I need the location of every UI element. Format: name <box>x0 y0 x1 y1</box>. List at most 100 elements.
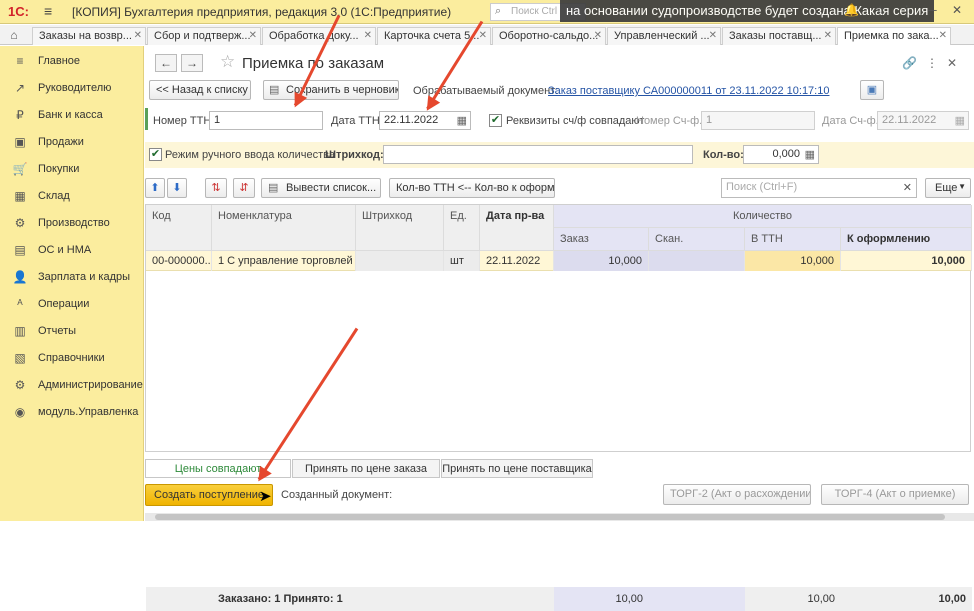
sidebar: ≡ Главное ↗ Руководителю ₽ Банк и касса ▣ Пр… <box>0 46 144 521</box>
col-header-barcode[interactable]: Штрихкод <box>356 205 444 251</box>
close-icon[interactable]: ✕ <box>249 30 257 41</box>
mouse-cursor-icon: ➤ <box>259 488 272 505</box>
invoice-date-field[interactable]: 22.11.2022 ▦ <box>877 111 969 130</box>
invoice-number-field[interactable]: 1 <box>701 111 815 130</box>
sidebar-item-module[interactable]: ◉ модуль.Управленка <box>0 399 144 425</box>
sidebar-item-sales[interactable]: ▣ Продажи <box>0 129 144 155</box>
gear-icon: ⚙ <box>14 216 26 230</box>
col-header-order[interactable]: Заказ <box>554 228 649 251</box>
move-up-button[interactable]: ⬆ <box>145 178 165 198</box>
created-doc-label: Созданный документ: <box>281 489 393 501</box>
sidebar-item-manager[interactable]: ↗ Руководителю <box>0 75 144 101</box>
footer-in-ttn-total: 10,00 <box>745 587 841 611</box>
col-header-unit[interactable]: Ед. <box>444 205 480 251</box>
barcode-field[interactable] <box>383 145 693 164</box>
back-arrow-icon[interactable]: ← <box>155 54 177 72</box>
invoice-number-label: Номер Сч-ф.: <box>636 115 706 127</box>
window-controls[interactable]: 🔔 ☆ ⋮ ─ ✕ <box>844 3 968 17</box>
qty-field[interactable]: 0,000 ▦ <box>743 145 819 164</box>
tab-accept-supplier-price[interactable]: Принять по цене поставщика <box>441 459 593 478</box>
sidebar-item-reports[interactable]: ▥ Отчеты <box>0 318 144 344</box>
sidebar-item-bank[interactable]: ₽ Банк и касса <box>0 102 144 128</box>
footer-scanned-total <box>649 587 745 611</box>
tab-accept-order-price[interactable]: Принять по цене заказа <box>292 459 440 478</box>
invoice-match-label: Реквизиты сч/ф совпадают <box>506 115 645 127</box>
col-header-scanned[interactable]: Скан. <box>649 228 745 251</box>
main-form: ← → ☆ Приемка по заказам 🔗⋮✕ << Назад к … <box>145 46 974 611</box>
cell-in-ttn[interactable]: 10,000 <box>745 251 841 271</box>
output-list-button[interactable]: ▤ Вывести список... <box>261 178 381 198</box>
sidebar-item-salary[interactable]: 👤 Зарплата и кадры <box>0 264 144 290</box>
col-header-in-ttn[interactable]: В ТТН <box>745 228 841 251</box>
ttn-number-field[interactable]: 1 <box>209 111 323 130</box>
chart-icon: ▥ <box>14 324 26 338</box>
ttn-number-label: Номер ТТН: <box>153 115 215 127</box>
close-icon[interactable]: ✕ <box>594 30 602 41</box>
scrollbar-thumb[interactable] <box>155 514 945 520</box>
tab-orders-return[interactable]: Заказы на возвр... ✕ <box>32 27 146 45</box>
close-icon[interactable]: ✕ <box>709 30 717 41</box>
save-draft-button[interactable]: ▤ Сохранить в черновик <box>263 80 399 100</box>
table-row[interactable]: 00-000000... 1 С управление торговлей шт… <box>146 251 972 271</box>
sidebar-item-operations[interactable]: ᴬ Операции <box>0 291 144 317</box>
create-receipt-button[interactable]: Создать поступление <box>145 484 273 506</box>
settings-icon: ⚙ <box>14 378 26 392</box>
barcode-label: Штрихкод: <box>325 149 384 161</box>
calendar-icon[interactable]: ▦ <box>955 114 965 127</box>
trend-icon: ↗ <box>14 81 26 95</box>
close-icon[interactable]: ✕ <box>824 30 832 41</box>
qty-label: Кол-во: <box>703 149 744 161</box>
torg2-button[interactable]: ТОРГ-2 (Акт о расхождении) <box>663 484 811 505</box>
invoice-match-checkbox[interactable]: ✔ <box>489 114 502 127</box>
sidebar-item-main[interactable]: ≡ Главное <box>0 48 144 74</box>
doc-open-icon[interactable]: ▣ <box>860 80 884 100</box>
sidebar-item-production[interactable]: ⚙ Производство <box>0 210 144 236</box>
footer-order-total: 10,00 <box>554 587 649 611</box>
sort-desc-button[interactable]: ⇵ <box>233 178 255 198</box>
horizontal-scrollbar[interactable] <box>145 513 974 521</box>
close-icon[interactable]: ✕ <box>479 30 487 41</box>
app-title: [КОПИЯ] Бухгалтерия предприятия, редакци… <box>72 5 452 19</box>
sidebar-item-purchases[interactable]: 🛒 Покупки <box>0 156 144 182</box>
tab-receipt-by-orders[interactable]: Приемка по зака... ✕ <box>837 27 951 45</box>
module-icon: ◉ <box>14 405 26 419</box>
tab-collection[interactable]: Сбор и подтверж... ✕ <box>147 27 261 45</box>
sidebar-item-catalogs[interactable]: ▧ Справочники <box>0 345 144 371</box>
col-header-nomenclature[interactable]: Номенклатура <box>212 205 356 251</box>
copy-qty-button[interactable]: Кол-во ТТН <-- Кол-во к оформл. <box>389 178 555 198</box>
home-icon[interactable]: ⌂ <box>4 28 24 44</box>
tab-trial-balance[interactable]: Оборотно-сальдо... ✕ <box>492 27 606 45</box>
col-header-code[interactable]: Код <box>146 205 212 251</box>
warehouse-icon: ▦ <box>14 189 26 203</box>
favorite-star-icon[interactable]: ☆ <box>220 52 235 72</box>
processed-doc-link[interactable]: Заказ поставщику СА000000011 от 23.11.20… <box>548 85 829 97</box>
sidebar-item-assets[interactable]: ▤ ОС и НМА <box>0 237 144 263</box>
clear-icon[interactable]: ✕ <box>903 181 912 194</box>
close-icon[interactable]: ✕ <box>134 30 142 41</box>
footer-blank <box>146 587 212 611</box>
main-menu-icon[interactable]: ≡ <box>44 3 52 19</box>
sidebar-item-warehouse[interactable]: ▦ Склад <box>0 183 144 209</box>
tab-management[interactable]: Управленческий ... ✕ <box>607 27 721 45</box>
move-down-button[interactable]: ⬇ <box>167 178 187 198</box>
sort-asc-button[interactable]: ⇅ <box>205 178 227 198</box>
sidebar-item-admin[interactable]: ⚙ Администрирование <box>0 372 144 398</box>
more-button[interactable]: Еще ▼ <box>925 178 971 198</box>
form-controls[interactable]: 🔗⋮✕ <box>902 56 966 70</box>
cell-unit: шт <box>444 251 480 271</box>
manual-mode-checkbox[interactable]: ✔ <box>149 148 162 161</box>
cell-date: 22.11.2022 <box>480 251 554 271</box>
calendar-icon[interactable]: ▦ <box>457 114 467 127</box>
back-to-list-button[interactable]: << Назад к списку <box>149 80 251 100</box>
tab-supplier-orders[interactable]: Заказы поставщ... ✕ <box>722 27 836 45</box>
calculator-icon[interactable]: ▦ <box>805 148 815 161</box>
tab-doc-processing[interactable]: Обработка доку... ✕ <box>262 27 376 45</box>
ttn-date-field[interactable]: 22.11.2022 ▦ <box>379 111 471 130</box>
col-header-to-process[interactable]: К оформлению <box>841 228 972 251</box>
forward-arrow-icon[interactable]: → <box>181 54 203 72</box>
table-search-input[interactable]: Поиск (Ctrl+F) ✕ <box>721 178 917 198</box>
close-icon[interactable]: ✕ <box>364 30 372 41</box>
close-icon[interactable]: ✕ <box>939 30 947 41</box>
col-header-date[interactable]: Дата пр-ва <box>480 205 554 251</box>
torg4-button[interactable]: ТОРГ-4 (Акт о приемке) <box>821 484 969 505</box>
